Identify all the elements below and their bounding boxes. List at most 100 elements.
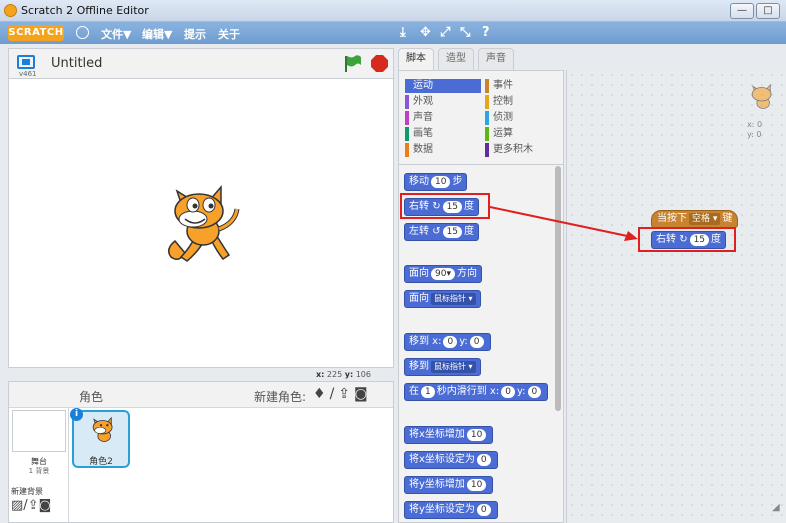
menu-file[interactable]: 文件▼ (101, 26, 131, 42)
value-input[interactable]: 0 (476, 504, 491, 516)
category-label: 控制 (493, 96, 513, 107)
block-text: 移到 (409, 361, 429, 372)
duplicate-stamp-icon[interactable]: ⤓ (400, 25, 406, 40)
when-key-pressed-hat-block[interactable]: 当按下 空格 ▾ 键 (651, 210, 739, 228)
block-set-y[interactable]: 将y坐标设定为 0 (404, 501, 498, 519)
menu-edit[interactable]: 编辑▼ (142, 26, 172, 42)
backdrop-library-icon[interactable]: ▨ (11, 498, 23, 513)
target-dropdown[interactable]: 鼠标指针 ▾ (431, 361, 476, 373)
stage-canvas[interactable] (8, 78, 394, 368)
paint-sprite-icon[interactable]: / (330, 386, 335, 402)
target-dropdown[interactable]: 鼠标指针 ▾ (431, 293, 476, 305)
stop-icon[interactable] (371, 55, 388, 72)
category-events[interactable]: 事件 (485, 79, 561, 93)
scratch-editor-window: Scratch 2 Offline Editor — □ SCRATCH 文件▼… (0, 0, 786, 523)
scratch-logo[interactable]: SCRATCH (8, 25, 64, 41)
tab-scripts[interactable]: 脚本 (398, 48, 434, 71)
menu-bar: SCRATCH 文件▼ 编辑▼ 提示 关于 ⤓ ✥ ⤢ ⤡ ? (0, 22, 786, 44)
cat-sprite-thumbnail-icon (92, 416, 113, 442)
block-text: 度 (464, 226, 475, 237)
control-swatch (485, 95, 489, 109)
green-flag-icon[interactable] (343, 55, 363, 73)
block-point-towards[interactable]: 面向 鼠标指针 ▾ (404, 290, 481, 308)
highlight-palette-turn-block (400, 193, 490, 219)
delete-cut-icon[interactable]: ✥ (420, 25, 431, 40)
stage-backdrop-count: 1 背景 (28, 467, 50, 475)
scripts-area[interactable]: x: 0 y: 0 当按下 空格 ▾ 键 右转 ↻ 15 度 (566, 70, 786, 523)
maximize-button[interactable]: □ (756, 3, 780, 19)
resize-handle-icon[interactable]: ◢ (772, 502, 780, 513)
category-more-blocks[interactable]: 更多积木 (485, 143, 561, 157)
steps-input[interactable]: 10 (431, 176, 451, 188)
category-looks[interactable]: 外观 (405, 95, 481, 109)
language-globe-icon[interactable] (76, 26, 89, 39)
block-goto-xy[interactable]: 移到 x: 0 y: 0 (404, 333, 491, 351)
block-change-y[interactable]: 将y坐标增加 10 (404, 476, 494, 494)
block-turn-left[interactable]: 左转 ↺ 15 度 (404, 223, 480, 241)
value-input[interactable]: 0 (476, 454, 491, 466)
degrees-input[interactable]: 15 (442, 226, 463, 238)
block-move-steps[interactable]: 移动 10 步 (404, 173, 468, 191)
category-label: 更多积木 (493, 144, 533, 155)
category-sensing[interactable]: 侦测 (485, 111, 561, 125)
block-categories: 运动 事件 外观 控制 声音 侦测 画笔 运算 数据 更多积木 (399, 71, 563, 165)
category-label: 画笔 (413, 128, 433, 139)
category-label: 侦测 (493, 112, 513, 123)
direction-input[interactable]: 90▾ (431, 268, 455, 280)
x-input[interactable]: 0 (443, 336, 458, 348)
menu-tips[interactable]: 提示 (184, 26, 206, 42)
help-icon[interactable]: ? (482, 25, 490, 40)
category-label: 运算 (493, 128, 513, 139)
shrink-icon[interactable]: ⤡ (460, 25, 470, 40)
key-dropdown[interactable]: 空格 ▾ (689, 213, 721, 225)
new-sprite-label: 新建角色: (254, 390, 307, 404)
tab-costumes[interactable]: 造型 (438, 48, 474, 70)
project-title[interactable]: Untitled (51, 56, 102, 71)
value-input[interactable]: 10 (466, 479, 487, 491)
new-sprite-icons: ♦ / ⇪ ◙ (313, 386, 372, 402)
upload-backdrop-icon[interactable]: ⇪ (28, 498, 39, 513)
block-glide[interactable]: 在 1 秒内滑行到 x: 0 y: 0 (404, 383, 549, 401)
y-input[interactable]: 0 (469, 336, 484, 348)
sensing-swatch (485, 111, 489, 125)
y-input[interactable]: 0 (527, 386, 542, 398)
minimize-button[interactable]: — (730, 3, 754, 19)
category-label: 数据 (413, 144, 433, 155)
sprite-panel: 角色 新建角色: ♦ / ⇪ ◙ 舞台 1 背景 新建背景 ▨/⇪◙ i 角色2 (8, 381, 394, 523)
x-input[interactable]: 0 (501, 386, 515, 398)
block-set-x[interactable]: 将x坐标设定为 0 (404, 451, 498, 469)
palette-scrollbar[interactable] (555, 166, 561, 411)
category-operators[interactable]: 运算 (485, 127, 561, 141)
choose-sprite-library-icon[interactable]: ♦ (313, 386, 326, 402)
stage-thumbnail[interactable] (12, 410, 66, 452)
camera-sprite-icon[interactable]: ◙ (354, 386, 368, 402)
category-motion[interactable]: 运动 (405, 79, 481, 93)
category-label: 声音 (413, 112, 433, 123)
upload-sprite-icon[interactable]: ⇪ (338, 386, 350, 402)
block-goto[interactable]: 移到 鼠标指针 ▾ (404, 358, 481, 376)
block-text: y: (516, 386, 526, 397)
sprite-thumbnail-selected[interactable]: i 角色2 (70, 408, 130, 468)
category-pen[interactable]: 画笔 (405, 127, 481, 141)
block-text: 步 (452, 176, 463, 187)
block-point-in-direction[interactable]: 面向 90▾ 方向 (404, 265, 482, 283)
category-control[interactable]: 控制 (485, 95, 561, 109)
seconds-input[interactable]: 1 (421, 386, 435, 398)
presentation-mode-icon[interactable] (17, 55, 35, 69)
tab-sounds[interactable]: 声音 (478, 48, 514, 70)
block-text: 将x坐标增加 (409, 429, 465, 440)
category-sound[interactable]: 声音 (405, 111, 481, 125)
scratch-cat-icon (4, 4, 17, 17)
category-data[interactable]: 数据 (405, 143, 481, 157)
value-input[interactable]: 10 (466, 429, 487, 441)
block-text: 左转 (409, 226, 429, 237)
block-change-x[interactable]: 将x坐标增加 10 (404, 426, 494, 444)
block-text: 方向 (456, 268, 477, 279)
cat-sprite[interactable] (157, 179, 243, 267)
grow-icon[interactable]: ⤢ (440, 25, 450, 40)
info-icon[interactable]: i (70, 408, 83, 421)
menu-about[interactable]: 关于 (218, 26, 240, 42)
camera-backdrop-icon[interactable]: ◙ (39, 498, 52, 513)
sprites-label: 角色 (79, 390, 104, 404)
block-text: y: (459, 336, 468, 347)
